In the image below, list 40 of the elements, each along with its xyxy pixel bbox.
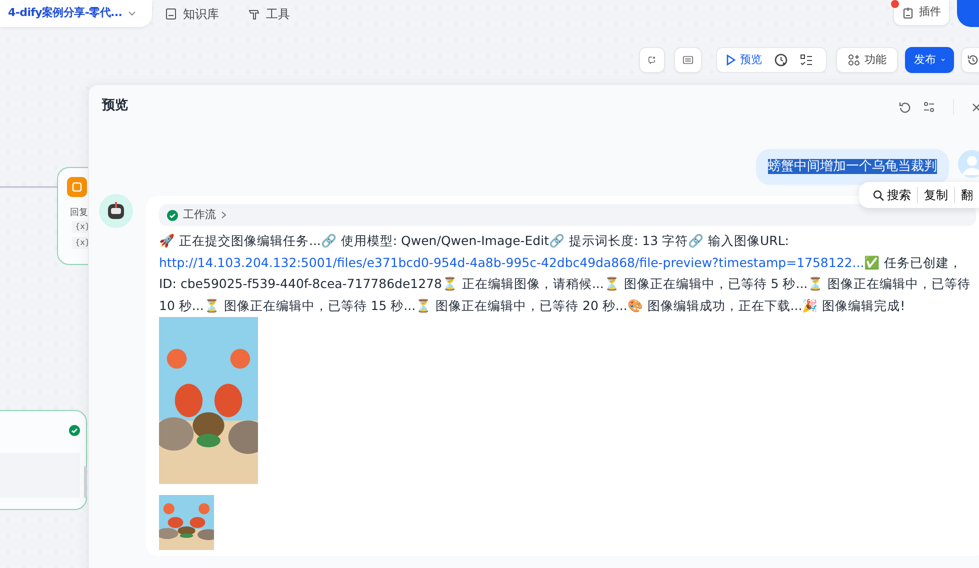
chevron-down-icon: [941, 57, 945, 63]
selection-menu-item[interactable]: 翻: [954, 187, 979, 203]
scrollbar[interactable]: [84, 466, 87, 498]
plugins-button[interactable]: 插件: [893, 0, 950, 26]
env-icon: [683, 54, 693, 66]
nav-link[interactable]: 知识库: [165, 5, 219, 22]
restart-button[interactable]: [899, 101, 911, 113]
env-button[interactable]: [674, 47, 702, 73]
connector-line: [0, 185, 60, 189]
close-icon: [972, 103, 979, 112]
panel-title: 预览: [102, 97, 128, 115]
app-selector[interactable]: 4-dify案例分享-零代...: [0, 0, 152, 27]
preview-button[interactable]: 预览: [721, 49, 767, 71]
chevron-right-icon: [221, 211, 227, 219]
answer-text: 🚀 正在提交图像编辑任务...🔗 使用模型: Qwen/Qwen-Image-Edit🔗 提示词长度: 13 字符🔗 输入图像URL: http://14.103.204.132:5001/files/e371bcd0-954d-4a8b-995c-42dbc49da868/file-preview?timestamp=1758122...✅ 任务已创建，ID: cbe59025-f539-440f-8cea-717786de1278⏳ 正在编辑图像，请稍候...⏳ 图像正在编辑中，已等待 5 秒...⏳ 图像正在编辑中，已等待 10 秒...⏳ 图像正在编辑中，已等待 15 秒...⏳ 图像正在编辑中，已等待 20 秒...🎨 图像编辑成功，正在下载...🎉 图像编辑完成!: [159, 232, 972, 315]
features-icon: [848, 54, 860, 66]
play-icon: [726, 54, 736, 66]
hammer-icon: [248, 8, 260, 20]
user-avatar[interactable]: [957, 0, 979, 27]
node-field-label: 回复: [70, 207, 88, 220]
clock-play-icon: [774, 53, 788, 67]
publish-button[interactable]: 发布: [905, 47, 954, 73]
close-button[interactable]: [972, 103, 979, 112]
book-icon: [165, 8, 177, 20]
nav-link[interactable]: 工具: [248, 5, 290, 22]
features-button[interactable]: 功能: [836, 47, 898, 73]
history-icon: [967, 54, 978, 66]
refresh-icon: [899, 101, 911, 113]
settings-button[interactable]: [923, 101, 935, 113]
checklist-icon: [800, 54, 813, 66]
message-text: 螃蟹中间增加一个乌龟当裁判: [768, 159, 937, 174]
plugin-icon: [902, 6, 914, 18]
file-link[interactable]: http://14.103.204.132:5001/files/e371bcd0-954d-4a8b-995c-42dbc49da868/file-preview?timestamp=1758122...: [159, 254, 864, 270]
settings-sliders-icon: [923, 101, 935, 113]
chevron-down-icon: [128, 10, 136, 16]
search-icon: [873, 190, 884, 200]
selection-menu-item[interactable]: 搜索: [867, 187, 917, 203]
bot-avatar-icon: [99, 194, 133, 228]
workflow-status-bar[interactable]: 工作流: [159, 204, 976, 226]
selection-menu-item[interactable]: 复制: [917, 187, 954, 203]
